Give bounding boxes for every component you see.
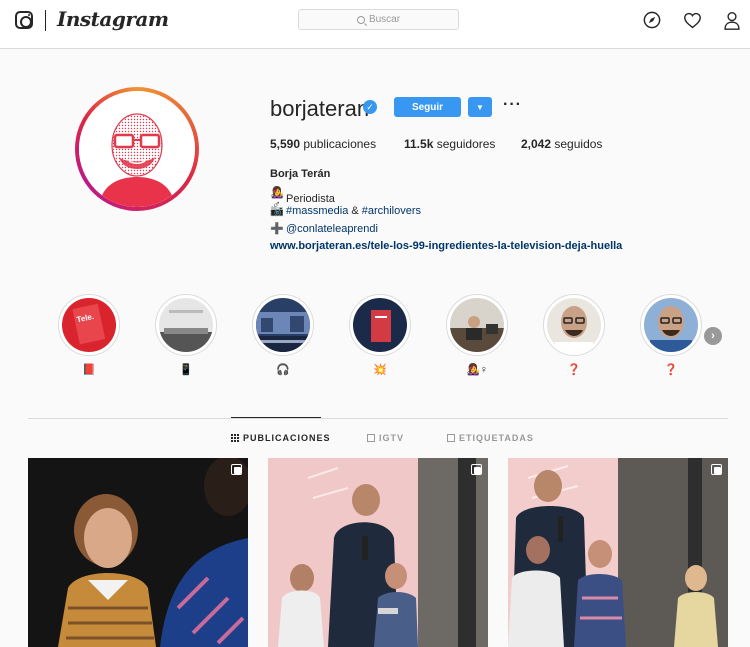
suggestions-dropdown-button[interactable]: ▼ bbox=[468, 97, 492, 117]
story-highlight-4[interactable] bbox=[349, 294, 411, 356]
follow-button[interactable]: Seguir bbox=[394, 97, 461, 117]
tab-label: ETIQUETADAS bbox=[459, 433, 534, 443]
profile-avatar[interactable] bbox=[75, 87, 199, 211]
tagged-icon bbox=[447, 434, 455, 442]
highlight-label: 💥 bbox=[373, 364, 387, 376]
compass-icon[interactable] bbox=[642, 10, 662, 30]
tabs-divider bbox=[28, 418, 728, 419]
camera-icon[interactable] bbox=[15, 11, 33, 29]
following-count-value: 2,042 bbox=[521, 137, 552, 151]
highlight-label: 📕 bbox=[82, 364, 96, 376]
story-highlight-3[interactable] bbox=[252, 294, 314, 356]
top-nav-bar: Instagram Buscar bbox=[0, 0, 750, 49]
highlight-label: 🎧 bbox=[276, 364, 290, 376]
highlight-thumbnail bbox=[159, 298, 213, 352]
tab-publicaciones[interactable]: PUBLICACIONES bbox=[231, 433, 331, 443]
posts-count-value: 5,590 bbox=[270, 137, 301, 151]
logo-divider bbox=[45, 10, 46, 31]
post-image bbox=[268, 458, 488, 647]
tab-etiquetadas[interactable]: ETIQUETADAS bbox=[447, 433, 534, 443]
plus-emoji-icon: ➕ bbox=[270, 223, 284, 235]
mention-conlateleaprendi[interactable]: @conlateleaprendi bbox=[286, 223, 378, 235]
highlight-thumbnail bbox=[450, 298, 504, 352]
carousel-indicator-icon bbox=[471, 464, 482, 475]
post-image bbox=[28, 458, 248, 647]
carousel-indicator-icon bbox=[711, 464, 722, 475]
highlight-label: 👩‍🎤♀ bbox=[466, 364, 488, 376]
active-tab-indicator bbox=[231, 417, 321, 418]
post-thumbnail-2[interactable] bbox=[268, 458, 488, 647]
search-icon bbox=[356, 15, 365, 24]
igtv-icon bbox=[367, 434, 375, 442]
search-placeholder: Buscar bbox=[368, 14, 401, 25]
highlight-label: 📱 bbox=[179, 364, 193, 376]
profile-username: borjateran bbox=[270, 96, 370, 121]
search-input[interactable]: Buscar bbox=[298, 9, 459, 30]
post-thumbnail-1[interactable] bbox=[28, 458, 248, 647]
hashtag-archilovers[interactable]: #archilovers bbox=[362, 205, 421, 217]
camera-emoji-icon: 📷 bbox=[270, 205, 284, 217]
hashtag-massmedia[interactable]: #massmedia bbox=[286, 205, 348, 217]
post-thumbnail-3[interactable] bbox=[508, 458, 728, 647]
user-icon[interactable] bbox=[722, 10, 742, 30]
story-highlight-1[interactable]: Tele. bbox=[58, 294, 120, 356]
avatar-illustration bbox=[79, 91, 195, 207]
highlight-thumbnail bbox=[353, 298, 407, 352]
highlight-thumbnail bbox=[547, 298, 601, 352]
more-options-button[interactable]: ··· bbox=[503, 96, 522, 114]
story-highlight-2[interactable] bbox=[155, 294, 217, 356]
instagram-wordmark[interactable]: Instagram bbox=[57, 7, 169, 31]
bio-website-link[interactable]: www.borjateran.es/tele-los-99-ingredient… bbox=[270, 240, 622, 252]
bio-full-name: Borja Terán bbox=[270, 168, 331, 180]
highlight-label: ❓ bbox=[567, 364, 581, 376]
story-highlight-6[interactable] bbox=[543, 294, 605, 356]
following-count-label: seguidos bbox=[554, 137, 603, 151]
highlight-thumbnail: Tele. bbox=[62, 298, 116, 352]
bio-line-2: 📷 #massmedia & #archilovers bbox=[270, 204, 421, 218]
followers-count-value: 11.5k bbox=[404, 137, 434, 151]
bio-line-3: ➕ @conlateleaprendi bbox=[270, 222, 378, 236]
followers-count[interactable]: 11.5k seguidores bbox=[404, 137, 495, 151]
tab-igtv[interactable]: IGTV bbox=[367, 433, 404, 443]
tab-label: PUBLICACIONES bbox=[243, 433, 331, 443]
tab-label: IGTV bbox=[379, 433, 405, 443]
highlight-label: ❓ bbox=[664, 364, 678, 376]
bio-line-1-text: Periodista bbox=[286, 192, 335, 205]
following-count[interactable]: 2,042 seguidos bbox=[521, 137, 602, 151]
verified-badge-icon: ✓ bbox=[363, 100, 377, 114]
highlight-thumbnail bbox=[644, 298, 698, 352]
carousel-indicator-icon bbox=[231, 464, 242, 475]
heart-icon[interactable] bbox=[682, 10, 702, 30]
bio-ampersand: & bbox=[351, 204, 359, 217]
posts-count: 5,590 publicaciones bbox=[270, 137, 376, 151]
story-highlight-5[interactable] bbox=[446, 294, 508, 356]
highlight-thumbnail bbox=[256, 298, 310, 352]
posts-count-label: publicaciones bbox=[303, 137, 377, 151]
followers-count-label: seguidores bbox=[436, 137, 496, 151]
grid-icon bbox=[231, 434, 239, 442]
post-image bbox=[508, 458, 728, 647]
highlights-next-arrow-icon[interactable]: › bbox=[704, 327, 722, 345]
story-highlight-7[interactable] bbox=[640, 294, 702, 356]
